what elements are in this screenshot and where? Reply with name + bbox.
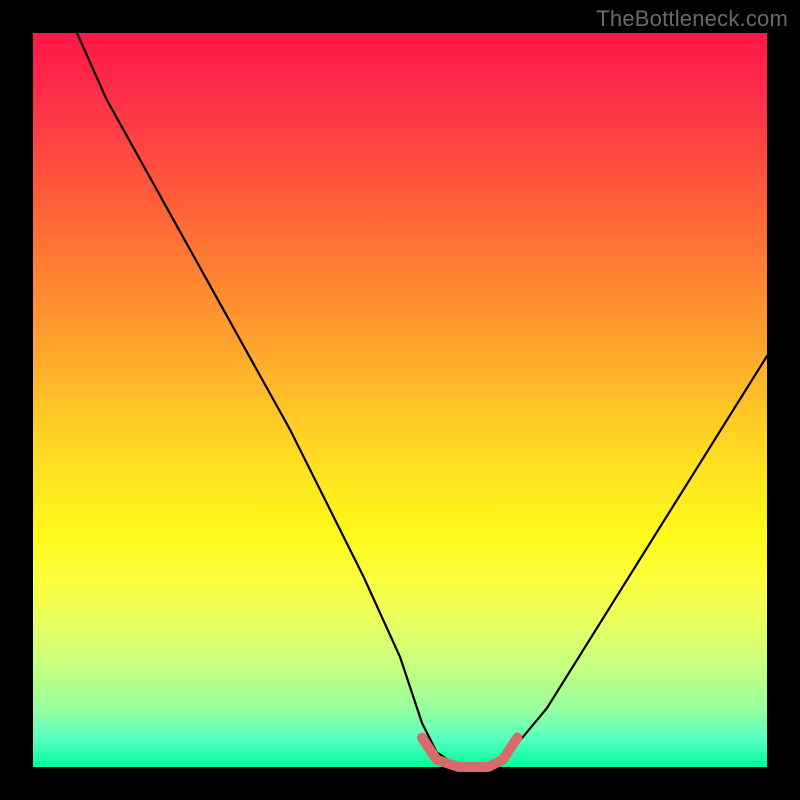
- chart-container: TheBottleneck.com: [0, 0, 800, 800]
- plot-area: [33, 33, 767, 767]
- curve-layer: [33, 33, 767, 767]
- watermark-text: TheBottleneck.com: [596, 6, 788, 32]
- bottleneck-curve: [77, 33, 767, 767]
- optimal-zone-marker: [422, 738, 517, 767]
